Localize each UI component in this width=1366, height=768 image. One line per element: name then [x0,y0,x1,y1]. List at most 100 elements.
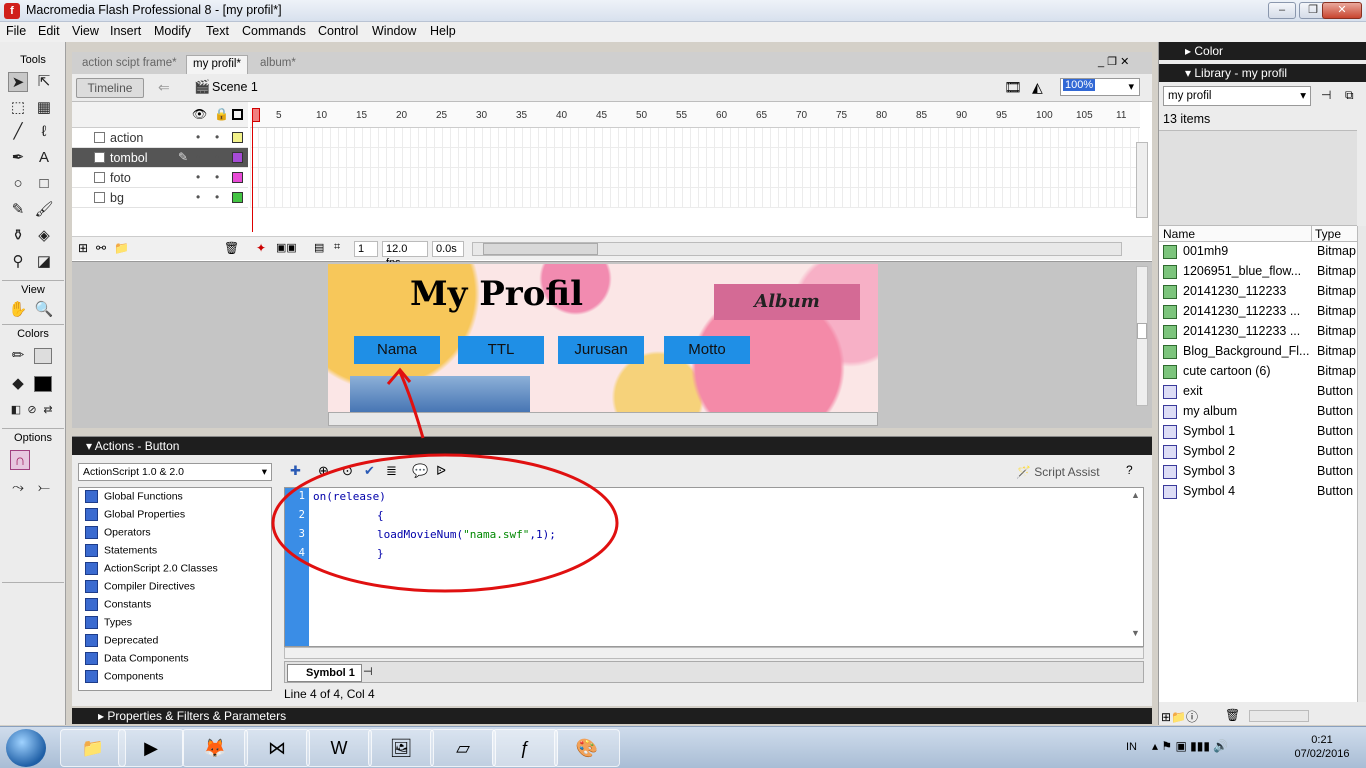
toolbox-category[interactable]: Components [85,670,164,683]
menu-insert[interactable]: Insert [110,24,141,38]
zoom-tool-icon[interactable]: 🔍 [34,300,54,320]
pen-tool-icon[interactable]: ✒ [8,148,28,168]
rectangle-tool-icon[interactable]: □ [34,174,54,194]
auto-format-icon[interactable]: ≣ [386,463,397,479]
menu-help[interactable]: Help [430,24,456,38]
code-line-1[interactable]: on(release) [313,490,386,503]
word-taskbar-icon[interactable]: W [306,729,372,767]
library-vscroll[interactable] [1357,226,1366,702]
library-item[interactable]: exit Button [1159,382,1357,402]
library-item[interactable]: Symbol 1 Button [1159,422,1357,442]
ink-bottle-tool-icon[interactable]: ⚱ [8,226,28,246]
line-tool-icon[interactable]: ╱ [8,122,28,142]
toolbox-category[interactable]: Compiler Directives [85,580,195,593]
debug-options-icon[interactable]: ᐉ [436,463,446,479]
stage-vscroll[interactable] [1136,266,1148,406]
menu-file[interactable]: File [6,24,26,38]
eyedropper-tool-icon[interactable]: ⚲ [8,252,28,272]
actions-panel-title[interactable]: ▾ Actions - Button [72,437,1152,455]
image-viewer-taskbar-icon[interactable]: 🖼 [368,729,434,767]
gradient-transform-tool-icon[interactable]: ▦ [34,98,54,118]
profile-photo[interactable] [350,376,530,412]
lock-dot[interactable]: • [215,130,219,144]
library-item[interactable]: Symbol 3 Button [1159,462,1357,482]
hand-tool-icon[interactable]: ✋ [8,300,28,320]
tab-my-profil[interactable]: my profil* [186,55,248,74]
code-hscroll[interactable] [284,647,1144,659]
code-scroll-up[interactable]: ▲ [1131,490,1140,500]
library-item[interactable]: Symbol 4 Button [1159,482,1357,502]
code-line-3[interactable]: loadMovieNum("nama.swf",1); [377,528,556,541]
back-arrow-icon[interactable]: ⇐ [158,79,170,96]
brush-tool-icon[interactable]: 🖌 [34,200,54,220]
pin-library-icon[interactable]: ⊣ [1321,88,1331,102]
swap-colors-icon[interactable]: ⇄ [38,400,58,420]
onion-skin-icon[interactable]: ▣▣ [276,241,297,254]
flash-taskbar-icon[interactable]: ƒ [492,729,558,767]
menu-modify[interactable]: Modify [154,24,191,38]
library-footer-icons[interactable]: ⊞📁ⓘ [1161,708,1198,725]
toolbox-category[interactable]: Types [85,616,132,629]
timeline-vscroll[interactable] [1136,142,1148,218]
frame-ruler[interactable]: 1510152025303540455055606570758085909510… [250,102,1140,128]
tray-icons[interactable]: ▴ ⚑ ▣ ▮▮▮ 🔊 [1152,739,1228,753]
toolbox-category[interactable]: Operators [85,526,151,539]
find-icon[interactable]: ⊕ [318,463,329,479]
lock-dot[interactable]: • [215,150,219,164]
modify-onion-markers-icon[interactable]: ⌗ [334,241,340,254]
explorer-taskbar-icon[interactable]: 📁 [60,729,126,767]
visibility-dot[interactable]: • [196,190,200,204]
menu-text[interactable]: Text [206,24,229,38]
delete-item-icon[interactable]: 🗑 [1225,708,1240,722]
code-scroll-down[interactable]: ▼ [1131,628,1140,638]
library-item[interactable]: Blog_Background_Fl... Bitmap [1159,342,1357,362]
library-document-select[interactable]: my profil ▾ [1163,86,1311,106]
minimize-button[interactable]: – [1268,2,1296,19]
jurusan-button[interactable]: Jurusan [558,336,644,364]
add-folder-icon[interactable]: 📁 [114,241,129,255]
toolbox-category[interactable]: ActionScript 2.0 Classes [85,562,218,575]
nama-button[interactable]: Nama [354,336,440,364]
column-type[interactable]: Type [1315,227,1341,241]
stage-hscroll[interactable] [328,412,878,426]
start-button[interactable] [6,729,46,767]
layer-outline-color[interactable] [232,172,243,183]
timeline-toggle-button[interactable]: Timeline [76,78,144,98]
eraser-tool-icon[interactable]: ◪ [34,252,54,272]
code-line-2[interactable]: { [377,509,384,522]
library-item[interactable]: 001mh9 Bitmap [1159,242,1357,262]
menu-commands[interactable]: Commands [242,24,306,38]
pencil-tool-icon[interactable]: ✎ [8,200,28,220]
lock-dot[interactable]: • [215,190,219,204]
properties-panel-bar[interactable]: ▸ Properties & Filters & Parameters [72,708,1152,724]
toolbox-category[interactable]: Statements [85,544,157,557]
script-assist-button[interactable]: 🪄 Script Assist [1016,465,1100,479]
actionscript-version-select[interactable]: ActionScript 1.0 & 2.0 ▾ [78,463,272,481]
menu-control[interactable]: Control [318,24,358,38]
edit-multiple-frames-icon[interactable]: ▤ [314,241,324,254]
layer-foto[interactable]: foto • • [72,168,248,188]
tab-album[interactable]: album* [254,55,302,74]
script-editor[interactable]: 1 2 3 4 on(release) { loadMovieNum("nama… [284,487,1144,647]
toolbox-category[interactable]: Global Properties [85,508,185,521]
toolbox-category[interactable]: Constants [85,598,151,611]
notepad-taskbar-icon[interactable]: ▱ [430,729,496,767]
stroke-color-swatch[interactable] [34,348,52,364]
media-player-taskbar-icon[interactable]: ▶ [118,729,184,767]
code-hint-icon[interactable]: 💬 [412,463,428,479]
toolbox-category[interactable]: Data Components [85,652,189,665]
paint-bucket-tool-icon[interactable]: ◈ [34,226,54,246]
stage[interactable]: My Profil Album Nama TTL Jurusan Motto [328,264,878,412]
delete-layer-icon[interactable]: 🗑 [224,241,239,255]
fill-color-swatch[interactable] [34,376,52,392]
straighten-icon[interactable]: ⤚ [34,478,54,498]
free-transform-tool-icon[interactable]: ⬚ [8,98,28,118]
ttl-button[interactable]: TTL [458,336,544,364]
timeline-hscroll[interactable] [472,242,1122,256]
subselection-tool-icon[interactable]: ⇱ [34,72,54,92]
outline-icon[interactable] [232,109,243,120]
firefox-taskbar-icon[interactable]: 🦊 [182,729,248,767]
edit-symbols-icon[interactable]: ◭ [1032,79,1043,96]
motto-button[interactable]: Motto [664,336,750,364]
layer-outline-color[interactable] [232,152,243,163]
